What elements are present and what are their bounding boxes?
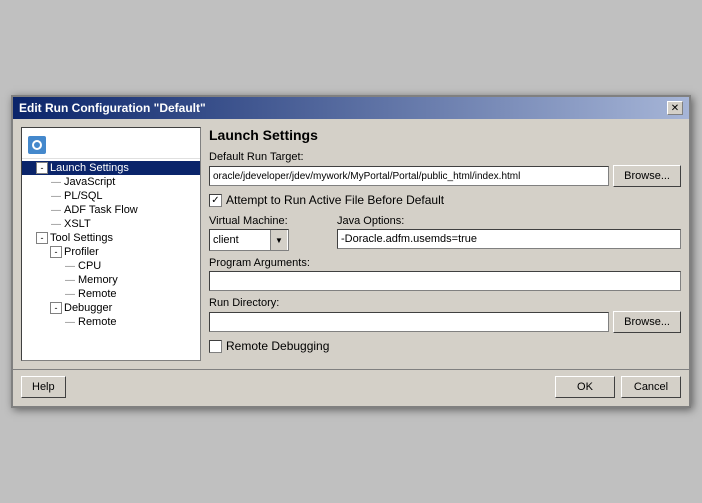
- tree-item-remote-profiler[interactable]: — Remote: [22, 287, 200, 301]
- leaf-dash: —: [50, 205, 62, 216]
- tree-item-debugger[interactable]: - Debugger: [22, 301, 200, 315]
- virtual-machine-label: Virtual Machine:: [209, 215, 329, 227]
- config-icon: [28, 136, 46, 154]
- expander-launch-settings[interactable]: -: [36, 162, 48, 174]
- tree-label-adf-task-flow: ADF Task Flow: [64, 204, 138, 216]
- program-arguments-label: Program Arguments:: [209, 257, 681, 269]
- browse1-button[interactable]: Browse...: [613, 165, 681, 187]
- tree-label-javascript: JavaScript: [64, 176, 115, 188]
- help-button[interactable]: Help: [21, 376, 66, 398]
- expander-debugger[interactable]: -: [50, 302, 62, 314]
- attempt-checkbox-row: Attempt to Run Active File Before Defaul…: [209, 193, 681, 207]
- remote-debugging-checkbox[interactable]: [209, 340, 222, 353]
- leaf-dash: —: [64, 261, 76, 272]
- tree-item-plsql[interactable]: — PL/SQL: [22, 189, 200, 203]
- expander-tool-settings[interactable]: -: [36, 232, 48, 244]
- tree-label-plsql: PL/SQL: [64, 190, 103, 202]
- footer-right: OK Cancel: [555, 376, 681, 398]
- tree-item-cpu[interactable]: — CPU: [22, 259, 200, 273]
- tree-item-launch-settings[interactable]: - Launch Settings: [22, 161, 200, 175]
- tree-panel: - Launch Settings — JavaScript — PL/SQL: [21, 127, 201, 361]
- tree-label-memory: Memory: [78, 274, 118, 286]
- run-directory-label: Run Directory:: [209, 297, 681, 309]
- leaf-dash: —: [64, 317, 76, 328]
- leaf-dash: —: [50, 219, 62, 230]
- leaf-dash: —: [50, 191, 62, 202]
- default-run-target-label: Default Run Target:: [209, 151, 681, 163]
- attempt-checkbox[interactable]: [209, 194, 222, 207]
- program-arguments-input[interactable]: [209, 271, 681, 291]
- remote-debugging-row: Remote Debugging: [209, 339, 681, 353]
- java-options-input[interactable]: [337, 229, 681, 249]
- tree-item-javascript[interactable]: — JavaScript: [22, 175, 200, 189]
- tree-label-cpu: CPU: [78, 260, 101, 272]
- virtual-machine-select[interactable]: client server: [209, 229, 289, 251]
- default-run-target-row: Browse...: [209, 165, 681, 187]
- leaf-dash: —: [64, 275, 76, 286]
- java-options-col: Java Options:: [337, 215, 681, 251]
- remote-debugging-label: Remote Debugging: [226, 339, 329, 353]
- tree-label-launch-settings: Launch Settings: [50, 162, 129, 174]
- program-arguments-row: [209, 271, 681, 291]
- tree-label-remote-debugger: Remote: [78, 316, 117, 328]
- ok-button[interactable]: OK: [555, 376, 615, 398]
- tree-label-remote-profiler: Remote: [78, 288, 117, 300]
- cancel-button[interactable]: Cancel: [621, 376, 681, 398]
- right-panel: Launch Settings Default Run Target: Brow…: [209, 127, 681, 361]
- vm-java-row: Virtual Machine: client server Java Opti…: [209, 215, 681, 251]
- tree-label-profiler: Profiler: [64, 246, 99, 258]
- expander-profiler[interactable]: -: [50, 246, 62, 258]
- tree-item-xslt[interactable]: — XSLT: [22, 217, 200, 231]
- run-directory-input[interactable]: [209, 312, 609, 332]
- tree-item-tool-settings[interactable]: - Tool Settings: [22, 231, 200, 245]
- tree-item-memory[interactable]: — Memory: [22, 273, 200, 287]
- dialog-body: - Launch Settings — JavaScript — PL/SQL: [13, 119, 689, 369]
- tree-item-remote-debugger[interactable]: — Remote: [22, 315, 200, 329]
- attempt-checkbox-label: Attempt to Run Active File Before Defaul…: [226, 193, 444, 207]
- leaf-dash: —: [64, 289, 76, 300]
- tree-label-tool-settings: Tool Settings: [50, 232, 113, 244]
- leaf-dash: —: [50, 177, 62, 188]
- virtual-machine-select-wrapper: client server: [209, 229, 289, 251]
- tree-label-xslt: XSLT: [64, 218, 91, 230]
- default-run-target-input[interactable]: [209, 166, 609, 186]
- browse2-button[interactable]: Browse...: [613, 311, 681, 333]
- edit-run-config-dialog: Edit Run Configuration "Default" ✕ - Lau…: [11, 95, 691, 408]
- close-button[interactable]: ✕: [667, 101, 683, 115]
- dialog-title: Edit Run Configuration "Default": [19, 101, 206, 115]
- dialog-footer: Help OK Cancel: [13, 369, 689, 406]
- tree-item-adf-task-flow[interactable]: — ADF Task Flow: [22, 203, 200, 217]
- title-bar: Edit Run Configuration "Default" ✕: [13, 97, 689, 119]
- vm-col: Virtual Machine: client server: [209, 215, 329, 251]
- run-directory-row: Browse...: [209, 311, 681, 333]
- section-title: Launch Settings: [209, 127, 681, 143]
- tree-label-debugger: Debugger: [64, 302, 112, 314]
- java-options-label: Java Options:: [337, 215, 681, 227]
- tree-item-profiler[interactable]: - Profiler: [22, 245, 200, 259]
